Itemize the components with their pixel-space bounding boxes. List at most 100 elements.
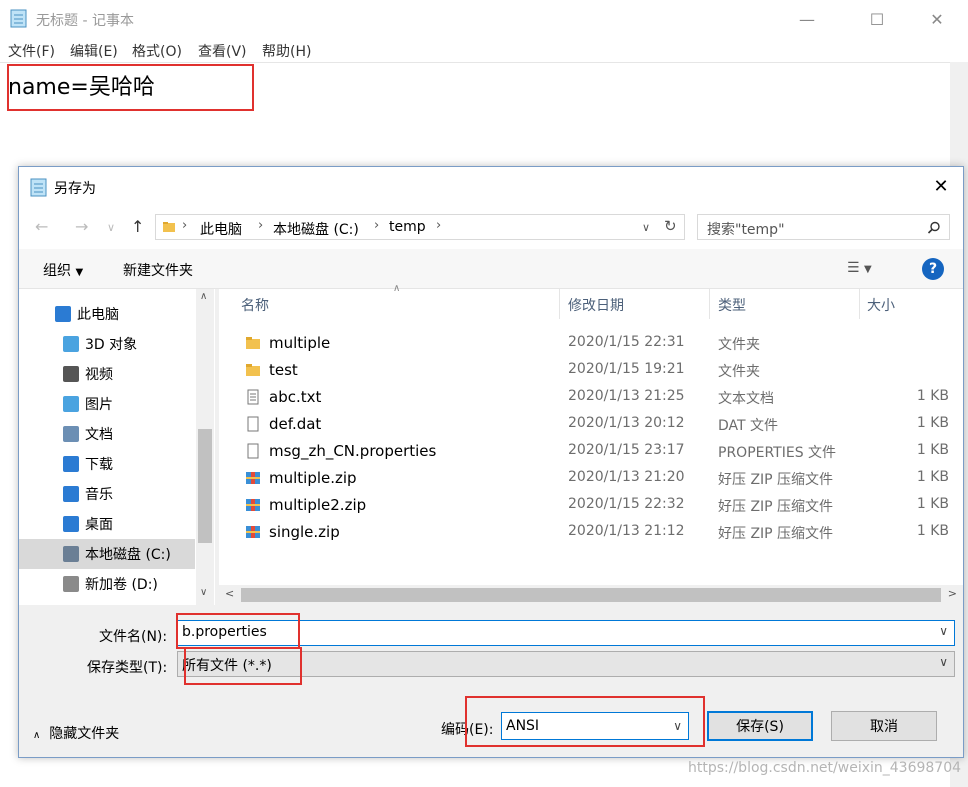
nav-pane-scrollbar[interactable]: ∧ ∨ xyxy=(196,289,214,605)
file-row[interactable]: test 2020/1/15 19:21 文件夹 xyxy=(219,357,963,384)
zip-icon xyxy=(246,499,260,511)
column-name[interactable]: 名称 xyxy=(241,295,269,315)
file-row[interactable]: def.dat 2020/1/13 20:12 DAT 文件 1 KB xyxy=(219,411,963,438)
nav-item[interactable]: 此电脑 xyxy=(19,299,195,329)
nav-item[interactable]: 本地磁盘 (C:) xyxy=(19,539,195,569)
file-icon xyxy=(247,416,259,432)
scroll-down-icon[interactable]: ∨ xyxy=(200,587,207,598)
dialog-close-button[interactable]: ✕ xyxy=(919,167,963,205)
view-options-icon[interactable]: ☰ ▼ xyxy=(847,260,872,276)
3d-objects-icon xyxy=(63,336,79,352)
notepad-icon xyxy=(10,9,27,28)
chevron-down-icon[interactable]: ∨ xyxy=(107,221,115,234)
menu-help[interactable]: 帮助(H) xyxy=(262,41,311,61)
minimize-button[interactable]: — xyxy=(784,0,830,38)
menu-format[interactable]: 格式(O) xyxy=(132,41,182,61)
caret-down-icon: ▼ xyxy=(75,267,84,278)
file-size: 1 KB xyxy=(916,442,949,458)
scroll-up-icon[interactable]: ∧ xyxy=(200,291,207,302)
nav-item-label: 此电脑 xyxy=(77,307,119,323)
back-arrow-icon[interactable]: ← xyxy=(35,217,48,236)
computer-icon xyxy=(55,306,71,322)
scroll-left-icon[interactable]: < xyxy=(225,587,234,600)
file-type: 好压 ZIP 压缩文件 xyxy=(718,472,834,488)
breadcrumb-temp[interactable]: temp xyxy=(389,219,426,235)
up-arrow-icon[interactable]: ↑ xyxy=(131,217,144,236)
hscroll-thumb[interactable] xyxy=(241,588,941,602)
menu-view[interactable]: 查看(V) xyxy=(198,41,247,61)
editor-content: name=吴哈哈 xyxy=(8,75,155,100)
nav-item-label: 3D 对象 xyxy=(85,337,138,353)
refresh-icon[interactable]: ↻ xyxy=(664,217,677,235)
column-divider[interactable] xyxy=(559,289,560,319)
file-row[interactable]: abc.txt 2020/1/13 21:25 文本文档 1 KB xyxy=(219,384,963,411)
chevron-down-icon[interactable]: ∨ xyxy=(939,624,948,638)
file-name: msg_zh_CN.properties xyxy=(269,442,437,460)
file-type: DAT 文件 xyxy=(718,418,779,434)
nav-item[interactable]: 图片 xyxy=(19,389,195,419)
nav-item-label: 图片 xyxy=(85,397,113,413)
column-date[interactable]: 修改日期 xyxy=(568,295,624,315)
column-divider[interactable] xyxy=(859,289,860,319)
breadcrumb-separator: › xyxy=(436,218,442,233)
file-list-hscrollbar[interactable]: < > xyxy=(219,585,963,605)
new-folder-button[interactable]: 新建文件夹 xyxy=(123,260,193,280)
maximize-button[interactable]: ☐ xyxy=(854,0,900,38)
nav-item[interactable]: 新加卷 (D:) xyxy=(19,569,195,599)
search-input[interactable]: 搜索"temp" xyxy=(697,214,950,240)
organize-label: 组织 xyxy=(43,263,71,279)
nav-item[interactable]: 视频 xyxy=(19,359,195,389)
column-divider[interactable] xyxy=(709,289,710,319)
breadcrumb-separator: › xyxy=(374,218,380,233)
breadcrumb-local-disk[interactable]: 本地磁盘 (C:) xyxy=(273,219,359,239)
organize-button[interactable]: 组织 ▼ xyxy=(43,260,83,280)
menu-edit[interactable]: 编辑(E) xyxy=(70,41,118,61)
file-size: 1 KB xyxy=(916,469,949,485)
search-icon xyxy=(927,221,940,234)
chevron-down-icon[interactable]: ∨ xyxy=(939,655,948,669)
file-type: PROPERTIES 文件 xyxy=(718,445,837,461)
desktop-icon xyxy=(63,516,79,532)
file-row[interactable]: multiple2.zip 2020/1/15 22:32 好压 ZIP 压缩文件 1… xyxy=(219,492,963,519)
nav-scroll-thumb[interactable] xyxy=(198,429,212,543)
nav-item[interactable]: 文档 xyxy=(19,419,195,449)
file-row[interactable]: single.zip 2020/1/13 21:12 好压 ZIP 压缩文件 1 KB xyxy=(219,519,963,546)
save-button[interactable]: 保存(S) xyxy=(707,711,813,741)
nav-item[interactable]: 3D 对象 xyxy=(19,329,195,359)
file-name: multiple.zip xyxy=(269,469,357,487)
folder-icon xyxy=(163,222,175,232)
nav-item[interactable]: 桌面 xyxy=(19,509,195,539)
address-bar[interactable]: › 此电脑 › 本地磁盘 (C:) › temp › ∨ ↻ xyxy=(155,214,685,240)
folder-icon xyxy=(246,364,260,376)
forward-arrow-icon[interactable]: → xyxy=(75,217,88,236)
filename-input[interactable]: b.properties ∨ xyxy=(177,620,955,646)
scroll-right-icon[interactable]: > xyxy=(948,587,957,600)
column-type[interactable]: 类型 xyxy=(718,295,746,315)
help-icon[interactable]: ? xyxy=(922,258,944,280)
menu-file[interactable]: 文件(F) xyxy=(8,41,55,61)
drive-icon xyxy=(63,576,79,592)
chevron-down-icon[interactable]: ∨ xyxy=(642,221,650,234)
hide-folders-toggle[interactable]: ∧ 隐藏文件夹 xyxy=(33,723,119,743)
file-name: single.zip xyxy=(269,523,340,541)
documents-icon xyxy=(63,426,79,442)
file-row[interactable]: multiple.zip 2020/1/13 21:20 好压 ZIP 压缩文件 1 … xyxy=(219,465,963,492)
column-size[interactable]: 大小 xyxy=(867,295,895,315)
close-button[interactable]: ✕ xyxy=(914,0,960,38)
breadcrumb-this-pc[interactable]: 此电脑 xyxy=(200,219,242,239)
encoding-select[interactable]: ANSI ∨ xyxy=(501,712,689,740)
file-row[interactable]: msg_zh_CN.properties 2020/1/15 23:17 PROPE… xyxy=(219,438,963,465)
watermark-text: https://blog.csdn.net/weixin_43698704 xyxy=(688,760,962,776)
file-name: multiple xyxy=(269,334,331,352)
cancel-button[interactable]: 取消 xyxy=(831,711,937,741)
file-row[interactable]: multiple 2020/1/15 22:31 文件夹 xyxy=(219,330,963,357)
local-disk-icon xyxy=(63,546,79,562)
breadcrumb-separator: › xyxy=(182,218,188,233)
nav-item[interactable]: 下载 xyxy=(19,449,195,479)
folder-icon xyxy=(246,337,260,349)
nav-item[interactable]: 音乐 xyxy=(19,479,195,509)
filetype-select[interactable]: 所有文件 (*.*) ∨ xyxy=(177,651,955,677)
chevron-down-icon[interactable]: ∨ xyxy=(673,719,682,733)
notepad-icon xyxy=(30,178,47,197)
file-type: 好压 ZIP 压缩文件 xyxy=(718,526,834,542)
